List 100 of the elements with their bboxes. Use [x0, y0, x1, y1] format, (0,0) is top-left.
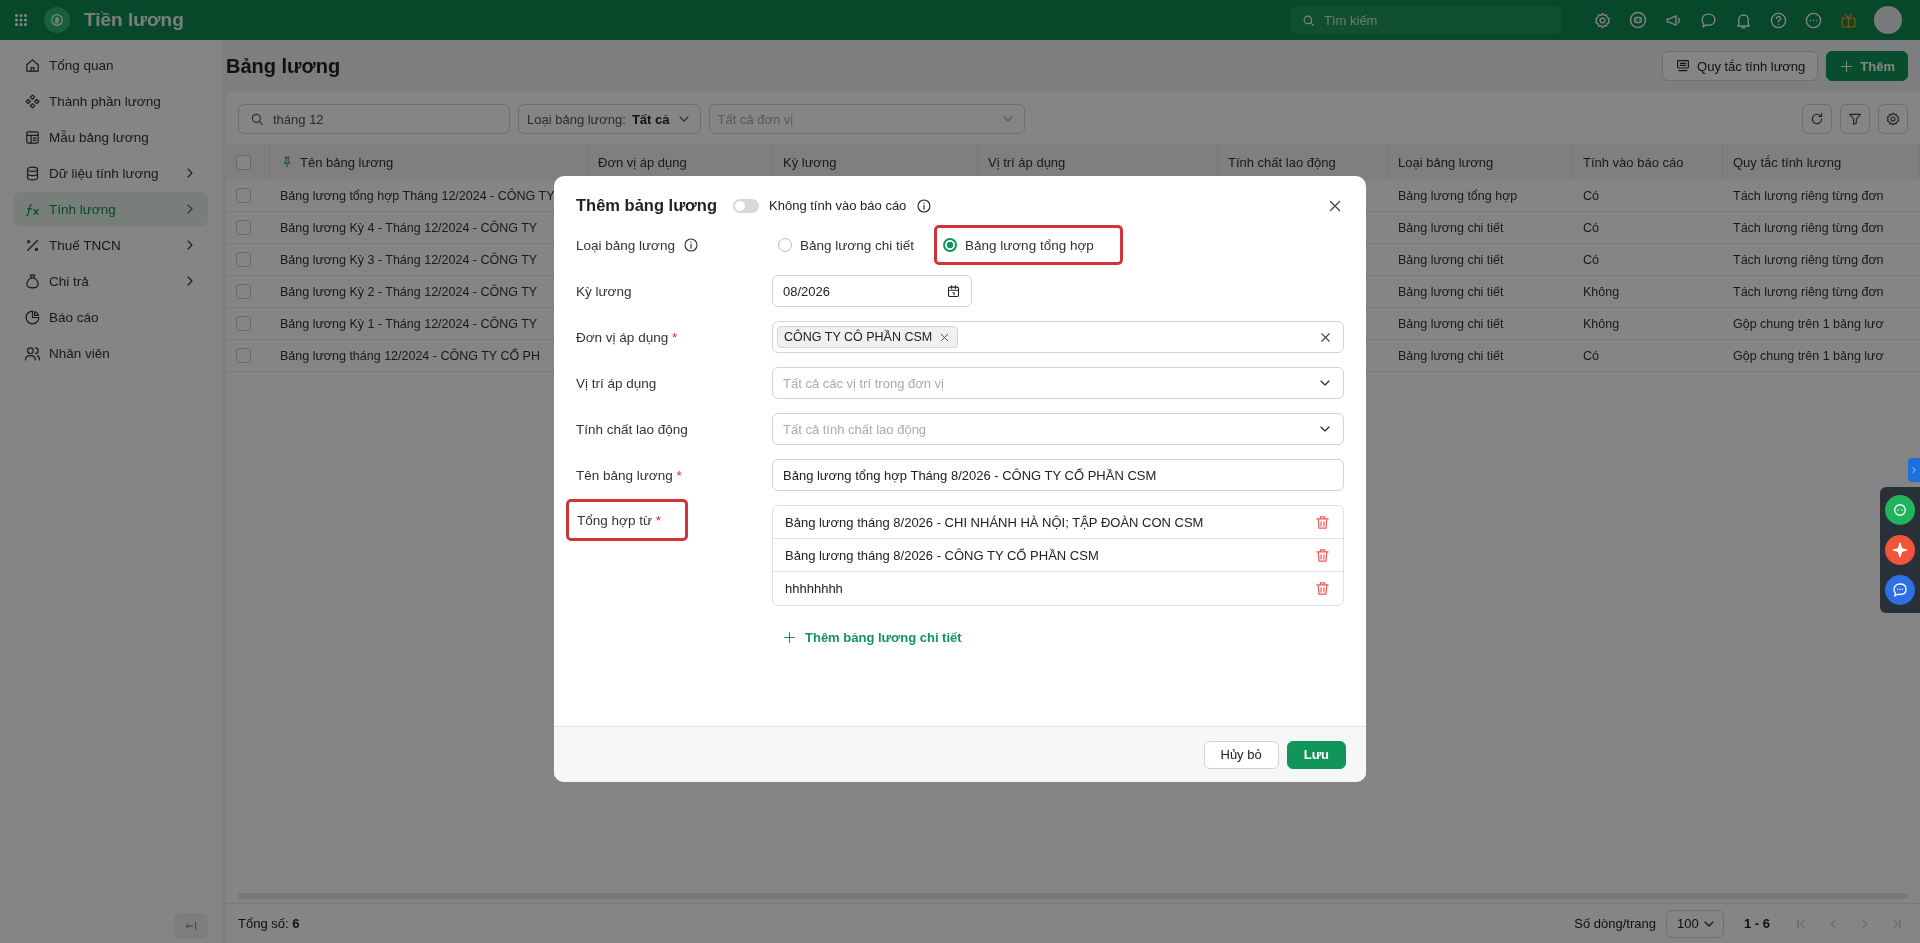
total-count: Tổng số: 6 — [238, 916, 300, 931]
sidebar-item[interactable]: Thuế TNCN — [14, 228, 208, 262]
calendar-icon — [946, 283, 961, 299]
sidebar-item[interactable]: Nhân viên — [14, 336, 208, 370]
list-item-text: hhhhhhhh — [785, 581, 843, 596]
dialog-title: Thêm bảng lương — [576, 196, 717, 215]
components-icon — [24, 92, 41, 110]
table-cell: Tách lương riêng từng đơn — [1723, 212, 1920, 244]
table-cell: Bảng lương chi tiết — [1388, 308, 1573, 340]
refresh-icon — [1809, 111, 1825, 127]
sidebar-item[interactable]: Mẫu bảng lương — [14, 120, 208, 154]
settings-icon — [1885, 111, 1901, 127]
table-cell: Bảng lương chi tiết — [1388, 276, 1573, 308]
column-header: Tính vào báo cáo — [1573, 144, 1723, 180]
rules-button[interactable]: Quy tắc tính lương — [1662, 51, 1819, 81]
cancel-button[interactable]: Hủy bỏ — [1203, 740, 1279, 769]
page-title: Bảng lương — [226, 54, 341, 78]
template-icon — [24, 128, 41, 146]
report-toggle[interactable] — [733, 198, 759, 213]
sparkle-icon — [1891, 541, 1909, 559]
radio-option[interactable]: Bảng lương chi tiết — [772, 229, 920, 261]
table-cell: Tách lương riêng từng đơn — [1723, 180, 1920, 212]
people-icon — [24, 344, 41, 362]
search-icon — [249, 111, 265, 127]
field-label: Vị trí áp dụng — [576, 374, 658, 393]
column-header: Tên bảng lương — [270, 144, 588, 180]
sidebar-item[interactable]: Dữ liệu tính lương — [14, 156, 208, 190]
sidebar-item[interactable]: Tính lương — [14, 192, 208, 226]
table-cell: Tách lương riêng từng đơn — [1723, 244, 1920, 276]
monitor-icon — [1675, 58, 1692, 74]
table-cell: Bảng lương chi tiết — [1388, 340, 1573, 372]
trash-icon — [1314, 513, 1331, 531]
sidebar-item[interactable]: Chi trả — [14, 264, 208, 298]
collapse-icon — [184, 919, 198, 933]
type-filter[interactable]: Loại bảng lương: Tất cả — [518, 104, 701, 134]
refresh-button[interactable] — [1802, 104, 1832, 134]
chevron-right-icon — [1909, 465, 1919, 475]
table-cell: Có — [1573, 244, 1723, 276]
toggle-label: Không tính vào báo cáo — [769, 198, 907, 213]
plus-icon — [782, 630, 797, 645]
delete-button[interactable] — [1314, 580, 1331, 597]
message-button[interactable] — [1885, 575, 1915, 605]
user-avatar[interactable] — [1874, 6, 1902, 34]
database-icon — [24, 164, 41, 182]
row-checkbox[interactable] — [236, 348, 251, 363]
table-cell: Bảng lương chi tiết — [1388, 244, 1573, 276]
field-label: Tổng hợp từ * — [566, 499, 688, 541]
page-size-select[interactable]: 100 — [1666, 909, 1724, 938]
sidebar-item[interactable]: Tổng quan — [14, 48, 208, 82]
date-field[interactable]: 08/2026 — [772, 275, 972, 307]
expand-tab[interactable] — [1908, 458, 1920, 482]
table-cell: Không — [1573, 276, 1723, 308]
column-header: Quy tắc tính lương — [1723, 144, 1920, 180]
text-field[interactable]: Bảng lương tổng hợp Tháng 8/2026 - CÔNG TY CỔ PHẦN CSM — [772, 459, 1344, 491]
table-cell: Có — [1573, 212, 1723, 244]
sidebar-item[interactable]: Thành phần lương — [14, 84, 208, 118]
home-icon — [24, 56, 41, 74]
table-cell: Không — [1573, 308, 1723, 340]
save-button[interactable]: Lưu — [1286, 740, 1346, 769]
add-link[interactable]: Thêm bảng lương chi tiết — [772, 616, 972, 659]
list-item-text: Bảng lương tháng 8/2026 - CHI NHÁNH HÀ NỘI; TẬP ĐOÀN CON CSM — [785, 514, 1204, 530]
app-title: Tiền lương — [84, 9, 184, 31]
multi-select-field[interactable]: CÔNG TY CÔ PHẦN CSM — [772, 321, 1344, 353]
sparkle-button[interactable] — [1885, 535, 1915, 565]
money-bag-icon — [24, 272, 41, 290]
search-field[interactable]: tháng 12 — [238, 104, 510, 134]
row-checkbox[interactable] — [236, 284, 251, 299]
table-cell: Bảng lương chi tiết — [1388, 212, 1573, 244]
radio-option[interactable]: Bảng lương tổng hợp — [933, 225, 1123, 265]
add-button[interactable]: Thêm — [1826, 51, 1908, 81]
row-checkbox[interactable] — [236, 252, 251, 267]
table-cell: Có — [1573, 340, 1723, 372]
field-label: Kỳ lương — [576, 282, 633, 301]
table-cell: Gộp chung trên 1 bảng lươ — [1723, 308, 1920, 340]
column-header: Loại bảng lương — [1388, 144, 1573, 180]
sidebar-item[interactable]: Báo cáo — [14, 300, 208, 334]
row-checkbox[interactable] — [236, 220, 251, 235]
info-icon — [916, 197, 933, 214]
delete-button[interactable] — [1314, 546, 1331, 564]
tag-chip: CÔNG TY CÔ PHẦN CSM — [777, 326, 959, 348]
filter-icon — [1847, 111, 1863, 127]
coin-icon — [49, 12, 65, 28]
plus-icon — [1839, 58, 1855, 74]
field-label: Tính chất lao động — [576, 420, 689, 439]
info-icon — [682, 237, 699, 253]
row-checkbox[interactable] — [236, 316, 251, 331]
table-cell: Bảng lương tổng hợp — [1388, 180, 1573, 212]
chat-bot-button[interactable] — [1885, 495, 1915, 525]
delete-button[interactable] — [1314, 513, 1331, 531]
pie-chart-icon — [24, 308, 41, 326]
select-all-checkbox[interactable] — [236, 154, 251, 170]
row-checkbox[interactable] — [236, 188, 251, 203]
list-item-text: Bảng lương tháng 8/2026 - CÔNG TY CỔ PHẦN CSM — [785, 547, 1099, 563]
chat-icon — [1891, 581, 1909, 599]
page-size-label: Số dòng/trang — [1574, 916, 1656, 931]
trash-icon — [1314, 546, 1331, 564]
page-range: 1 - 6 — [1744, 916, 1770, 931]
filter-button[interactable] — [1840, 104, 1870, 134]
settings-button[interactable] — [1878, 104, 1908, 134]
collapse-sidebar-button[interactable] — [174, 913, 208, 939]
